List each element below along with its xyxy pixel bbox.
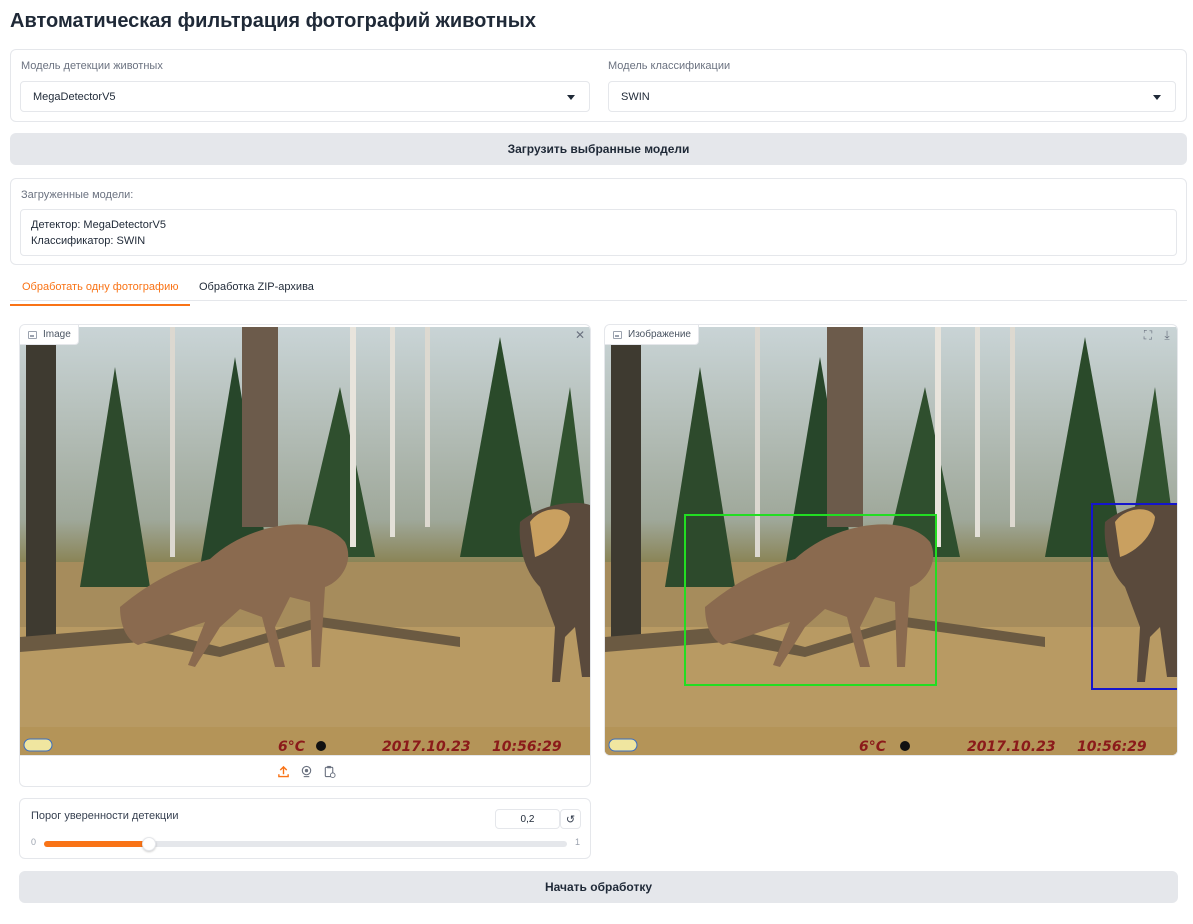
image-source-bar [20,755,590,786]
threshold-slider-thumb[interactable] [141,837,156,851]
load-models-button[interactable]: Загрузить выбранные модели [10,133,1187,165]
image-icon [613,330,622,339]
upload-icon[interactable] [277,765,290,778]
photo-date: 2017.10.23 [967,739,1056,755]
threshold-number-input[interactable]: 0,2 [495,809,560,829]
photo-temperature: 6°C [278,739,306,755]
loaded-models-panel: Загруженные модели: Детектор: MegaDetect… [10,178,1187,265]
loaded-models-textbox[interactable]: Детектор: MegaDetectorV5 Классификатор: … [20,209,1177,256]
slider-max-label: 1 [575,837,581,847]
threshold-slider-fill [44,841,149,847]
close-icon[interactable]: ✕ [573,328,587,342]
clipboard-icon[interactable] [323,765,336,778]
detector-select-value: MegaDetectorV5 [33,91,116,103]
tab-zip-archive[interactable]: Обработка ZIP-архива [199,281,314,301]
photo-time: 10:56:29 [492,739,562,755]
input-photo: 6°C 2017.10.23 10:56:29 [20,327,590,755]
threshold-slider-panel: Порог уверенности детекции 0,2 ↺ 0 1 [19,798,591,859]
detector-select-label: Модель детекции животных [21,60,163,72]
image-icon [28,330,37,339]
input-image-label: Image [43,329,71,340]
output-image-panel: Изображение ⛶ ⤓ 6°C 2017.10.23 10:56:29 [604,324,1178,756]
photo-date: 2017.10.23 [382,739,471,755]
webcam-icon[interactable] [300,765,313,778]
threshold-label: Порог уверенности детекции [31,810,179,822]
output-image-tag: Изображение [605,325,699,345]
model-selection-panel: Модель детекции животных MegaDetectorV5 … [10,49,1187,122]
tab-bar: Обработать одну фотографию Обработка ZIP… [10,275,1187,306]
detector-select[interactable]: MegaDetectorV5 [20,81,590,112]
slider-min-label: 0 [31,837,37,847]
classifier-select-label: Модель классификации [608,60,731,72]
chevron-down-icon [1153,95,1161,100]
loaded-models-label: Загруженные модели: [21,189,134,201]
reset-icon[interactable]: ↺ [560,809,581,829]
photo-time: 10:56:29 [1077,739,1147,755]
input-image-panel[interactable]: Image ✕ 6°C 2017.10.23 10:56:29 [19,324,591,787]
chevron-down-icon [567,95,575,100]
classifier-select[interactable]: SWIN [608,81,1176,112]
photo-temperature: 6°C [859,739,887,755]
page-title: Автоматическая фильтрация фотографий жив… [10,10,536,32]
output-photo: 6°C 2017.10.23 10:56:29 [605,327,1177,755]
start-processing-button[interactable]: Начать обработку [19,871,1178,903]
download-icon[interactable]: ⤓ [1160,328,1174,342]
loaded-classifier-line: Классификатор: SWIN [31,235,146,247]
fullscreen-icon[interactable]: ⛶ [1141,328,1155,342]
tab-single-photo[interactable]: Обработать одну фотографию [10,281,191,306]
threshold-slider-track[interactable] [44,837,567,851]
output-image-label: Изображение [628,329,691,340]
classifier-select-value: SWIN [621,91,650,103]
input-image-tag: Image [20,325,79,345]
loaded-detector-line: Детектор: MegaDetectorV5 [31,219,166,231]
